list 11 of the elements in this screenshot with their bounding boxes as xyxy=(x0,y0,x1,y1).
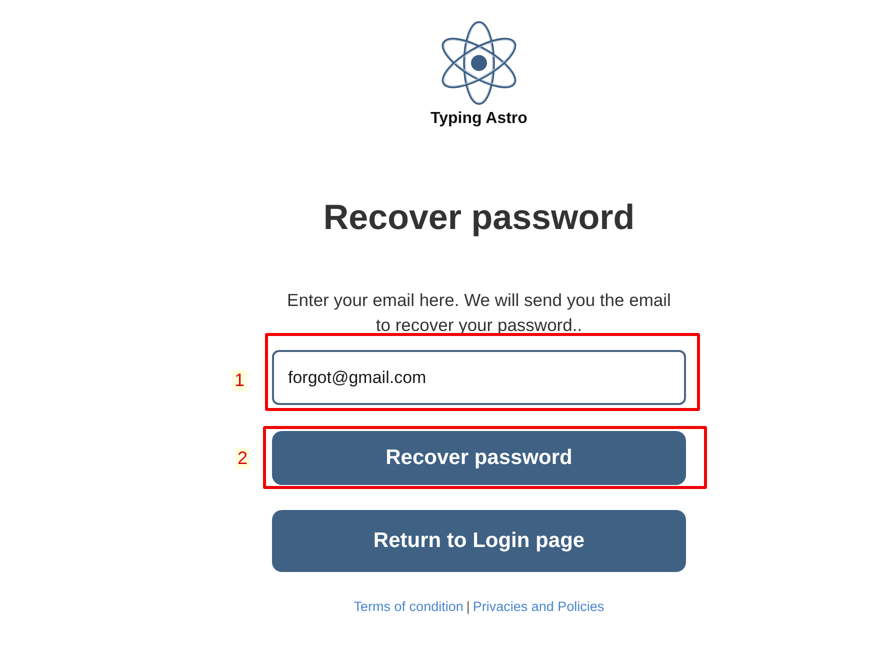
brand-name: Typing Astro xyxy=(430,109,528,129)
email-field[interactable]: forgot@gmail.com xyxy=(272,350,686,405)
separator: | xyxy=(466,598,470,616)
instructions-text: Enter your email here. We will send you the email to recover your password.. xyxy=(286,289,672,337)
recover-password-button[interactable]: Recover password xyxy=(272,431,686,485)
annotation-label: 1 xyxy=(232,370,247,391)
footer-link[interactable]: Terms of condition xyxy=(354,598,464,616)
page-heading: Recover password xyxy=(323,197,635,239)
footer-link[interactable]: Privacies and Policies xyxy=(472,598,604,616)
annotation-label: 2 xyxy=(235,448,250,469)
return-to-login-button[interactable]: Return to Login page xyxy=(272,510,686,572)
